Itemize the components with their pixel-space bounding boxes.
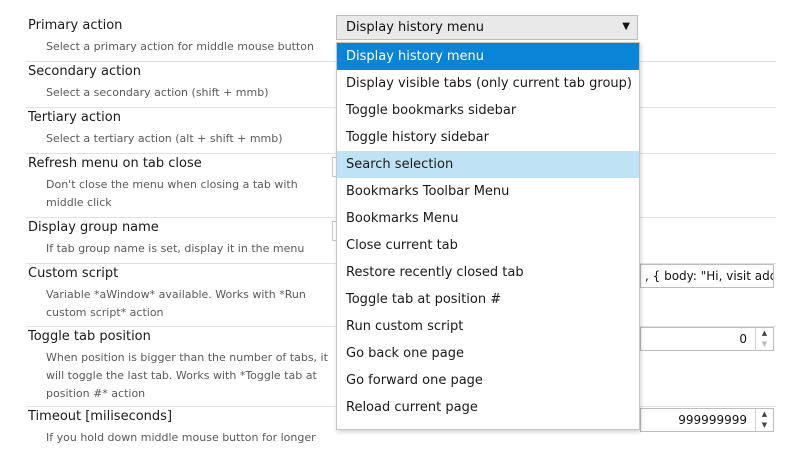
spin-up-icon[interactable]: ▲ [756, 409, 773, 420]
setting-title: Display group name [28, 220, 159, 235]
setting-title: Secondary action [28, 64, 141, 79]
timeout-value: 999999999 [678, 413, 747, 427]
primary-action-select[interactable]: Display history menu ▼ [336, 15, 638, 40]
dropdown-option[interactable]: Run custom script [337, 313, 639, 340]
setting-description: When position is bigger than the number … [46, 351, 328, 400]
dropdown-option[interactable]: Close current tab [337, 232, 639, 259]
timeout-input[interactable]: 999999999 ▲ ▼ [640, 408, 774, 432]
setting-title: Timeout [miliseconds] [28, 409, 173, 424]
setting-description: If tab group name is set, display it in … [46, 242, 305, 255]
dropdown-option[interactable]: Bookmarks Toolbar Menu [337, 178, 639, 205]
triangle-down-icon[interactable]: ▼ [622, 15, 630, 38]
dropdown-option[interactable]: Search selection [337, 151, 639, 178]
dropdown-option[interactable]: Bookmarks Menu [337, 205, 639, 232]
dropdown-option[interactable]: Display history menu [337, 43, 639, 70]
setting-title: Toggle tab position [28, 329, 151, 344]
setting-title: Tertiary action [28, 110, 121, 125]
spin-down-icon[interactable]: ▼ [756, 420, 773, 431]
custom-script-value: , { body: "Hi, visit add [645, 269, 774, 283]
dropdown-option[interactable]: Restore recently closed tab [337, 259, 639, 286]
custom-script-input[interactable]: , { body: "Hi, visit add [640, 264, 774, 288]
number-spinner[interactable]: ▲ ▼ [755, 409, 773, 431]
primary-action-dropdown[interactable]: Display history menu Display visible tabs… [336, 42, 640, 430]
setting-description: Variable *aWindow* available. Works with… [46, 288, 306, 319]
dropdown-option[interactable]: Go forward one page [337, 367, 639, 394]
number-spinner[interactable]: ▲ ▼ [755, 328, 773, 350]
dropdown-option[interactable]: Reload current page [337, 394, 639, 421]
setting-title: Primary action [28, 18, 123, 33]
spin-up-icon[interactable]: ▲ [756, 328, 773, 339]
select-value: Display history menu [346, 20, 485, 35]
setting-description: If you hold down middle mouse button for… [46, 431, 316, 444]
setting-description: Select a secondary action (shift + mmb) [46, 86, 269, 99]
setting-description: Select a primary action for middle mouse… [46, 40, 314, 53]
setting-title: Custom script [28, 266, 119, 281]
dropdown-option[interactable]: Toggle bookmarks sidebar [337, 97, 639, 124]
dropdown-option[interactable]: Toggle history sidebar [337, 124, 639, 151]
toggle-tab-position-value: 0 [739, 332, 747, 346]
setting-description: Don't close the menu when closing a tab … [46, 178, 298, 209]
toggle-tab-position-input[interactable]: 0 ▲ ▼ [640, 327, 774, 351]
dropdown-option[interactable]: Display visible tabs (only current tab g… [337, 70, 639, 97]
dropdown-option[interactable]: Go back one page [337, 340, 639, 367]
dropdown-option[interactable]: Toggle tab at position # [337, 286, 639, 313]
spin-down-icon[interactable]: ▼ [756, 339, 773, 350]
setting-title: Refresh menu on tab close [28, 156, 202, 171]
setting-description: Select a tertiary action (alt + shift + … [46, 132, 283, 145]
